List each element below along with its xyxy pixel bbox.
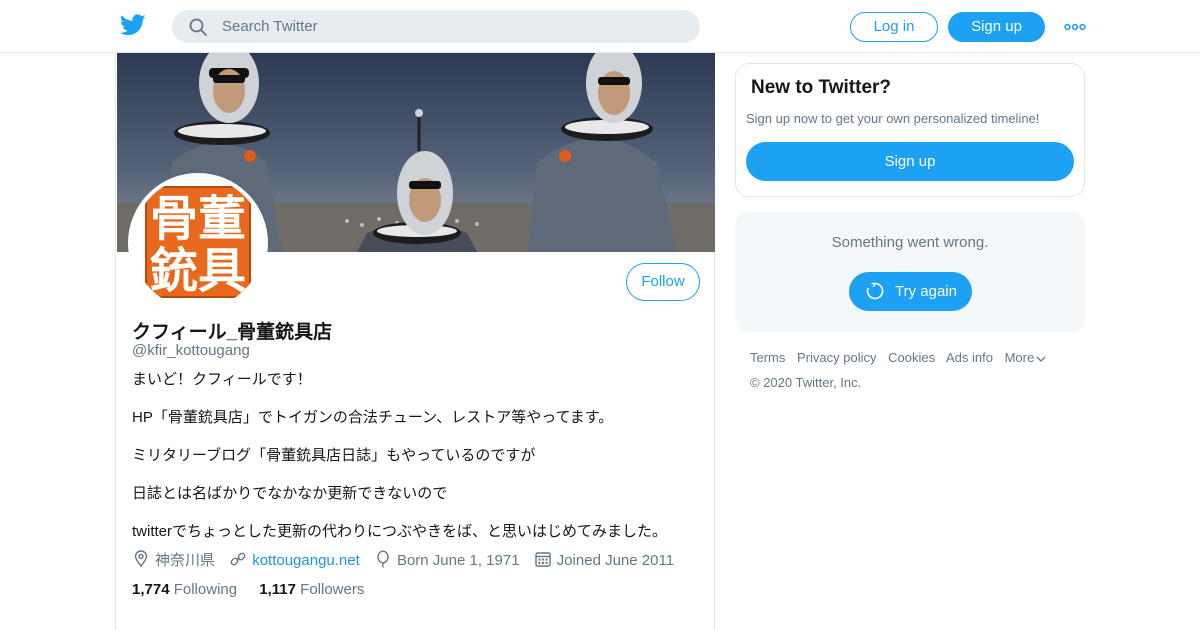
refresh-icon (866, 282, 884, 300)
location-pin-icon (134, 550, 148, 568)
bio-line: ミリタリーブログ「骨董銃具店日誌」もやっているのですが (132, 447, 536, 464)
following-label: Following (173, 581, 238, 598)
error-card: Something went wrong. Try again (735, 212, 1085, 332)
followers-label: Followers (300, 581, 365, 598)
more-dots-icon[interactable] (1064, 18, 1086, 36)
bio-line: まいど！クフィールです！ (132, 371, 312, 388)
new-to-twitter-card: New to Twitter? Sign up now to get your … (735, 63, 1085, 197)
new-to-twitter-subtitle: Sign up now to get your own personalized… (746, 111, 1040, 126)
link-icon (230, 552, 246, 566)
joined-text: Joined June 2011 (556, 552, 675, 569)
calendar-icon (535, 552, 551, 567)
avatar-char-2: 董 (198, 193, 246, 246)
profile-handle: @kfir_kottougang (132, 342, 250, 359)
try-again-label: Try again (895, 283, 957, 300)
bio-line: 日誌とは名ばかりでなかなか更新できないので (132, 485, 448, 502)
avatar-char-4: 具 (198, 245, 246, 298)
twitter-bird-icon[interactable] (119, 14, 146, 38)
footer-link-cookies[interactable]: Cookies (888, 350, 935, 365)
footer-link-privacy[interactable]: Privacy policy (797, 350, 876, 365)
balloon-icon (377, 550, 389, 568)
more-label: More (1004, 350, 1035, 365)
new-to-twitter-title: New to Twitter? (751, 77, 892, 98)
location-item: 神奈川県 (132, 549, 215, 570)
profile-column: 骨 董 銃 具 Follow クフィール_骨董銃具店 @kfir_kottoug… (115, 53, 715, 630)
location-text: 神奈川県 (155, 552, 216, 569)
followers-count: 1,117 (259, 581, 296, 598)
website-item[interactable]: kottougangu.net (229, 550, 360, 569)
top-navigation-bar: Log in Sign up (0, 0, 1200, 53)
try-again-button[interactable]: Try again (849, 272, 972, 311)
birthday-item: Born June 1, 1971 (374, 550, 520, 569)
footer-link-more[interactable]: More (1005, 350, 1047, 365)
follow-button[interactable]: Follow (626, 263, 700, 301)
profile-bio: まいど！クフィールです！ HP「骨董銃具店」でトイガンの合法チューン、レストア等… (132, 371, 702, 561)
signup-button[interactable]: Sign up (948, 12, 1045, 42)
birthday-text: Born June 1, 1971 (396, 552, 520, 569)
bio-line: HP「骨董銃具店」でトイガンの合法チューン、レストア等やってます。 (132, 409, 614, 426)
footer-link-ads-info[interactable]: Ads info (946, 350, 993, 365)
following-stat[interactable]: 1,774 Following (132, 581, 237, 598)
followers-stat[interactable]: 1,117 Followers (259, 581, 364, 598)
login-button[interactable]: Log in (850, 12, 938, 42)
website-link[interactable]: kottougangu.net (252, 552, 360, 569)
footer-link-terms[interactable]: Terms (750, 350, 785, 365)
search-input[interactable] (222, 10, 682, 43)
error-message: Something went wrong. (831, 234, 989, 251)
sidebar-signup-button[interactable]: Sign up (746, 142, 1074, 181)
chevron-down-icon (1036, 356, 1046, 362)
avatar-char-1: 骨 (150, 193, 198, 246)
search-icon (188, 17, 208, 37)
search-bar[interactable] (172, 10, 700, 43)
profile-meta: 神奈川県 kottougangu.net Born June 1, 1971 J… (132, 549, 684, 571)
avatar-char-3: 銃 (150, 245, 198, 298)
following-count: 1,774 (132, 581, 170, 598)
copyright: © 2020 Twitter, Inc. (750, 375, 862, 390)
joined-item: Joined June 2011 (534, 550, 674, 569)
footer-links: Terms Privacy policy Cookies Ads info Mo… (750, 350, 1054, 365)
profile-name: クフィール_骨董銃具店 (132, 322, 333, 343)
profile-stats: 1,774 Following 1,117 Followers (132, 581, 382, 598)
profile-avatar[interactable]: 骨 董 銃 具 (128, 173, 268, 313)
